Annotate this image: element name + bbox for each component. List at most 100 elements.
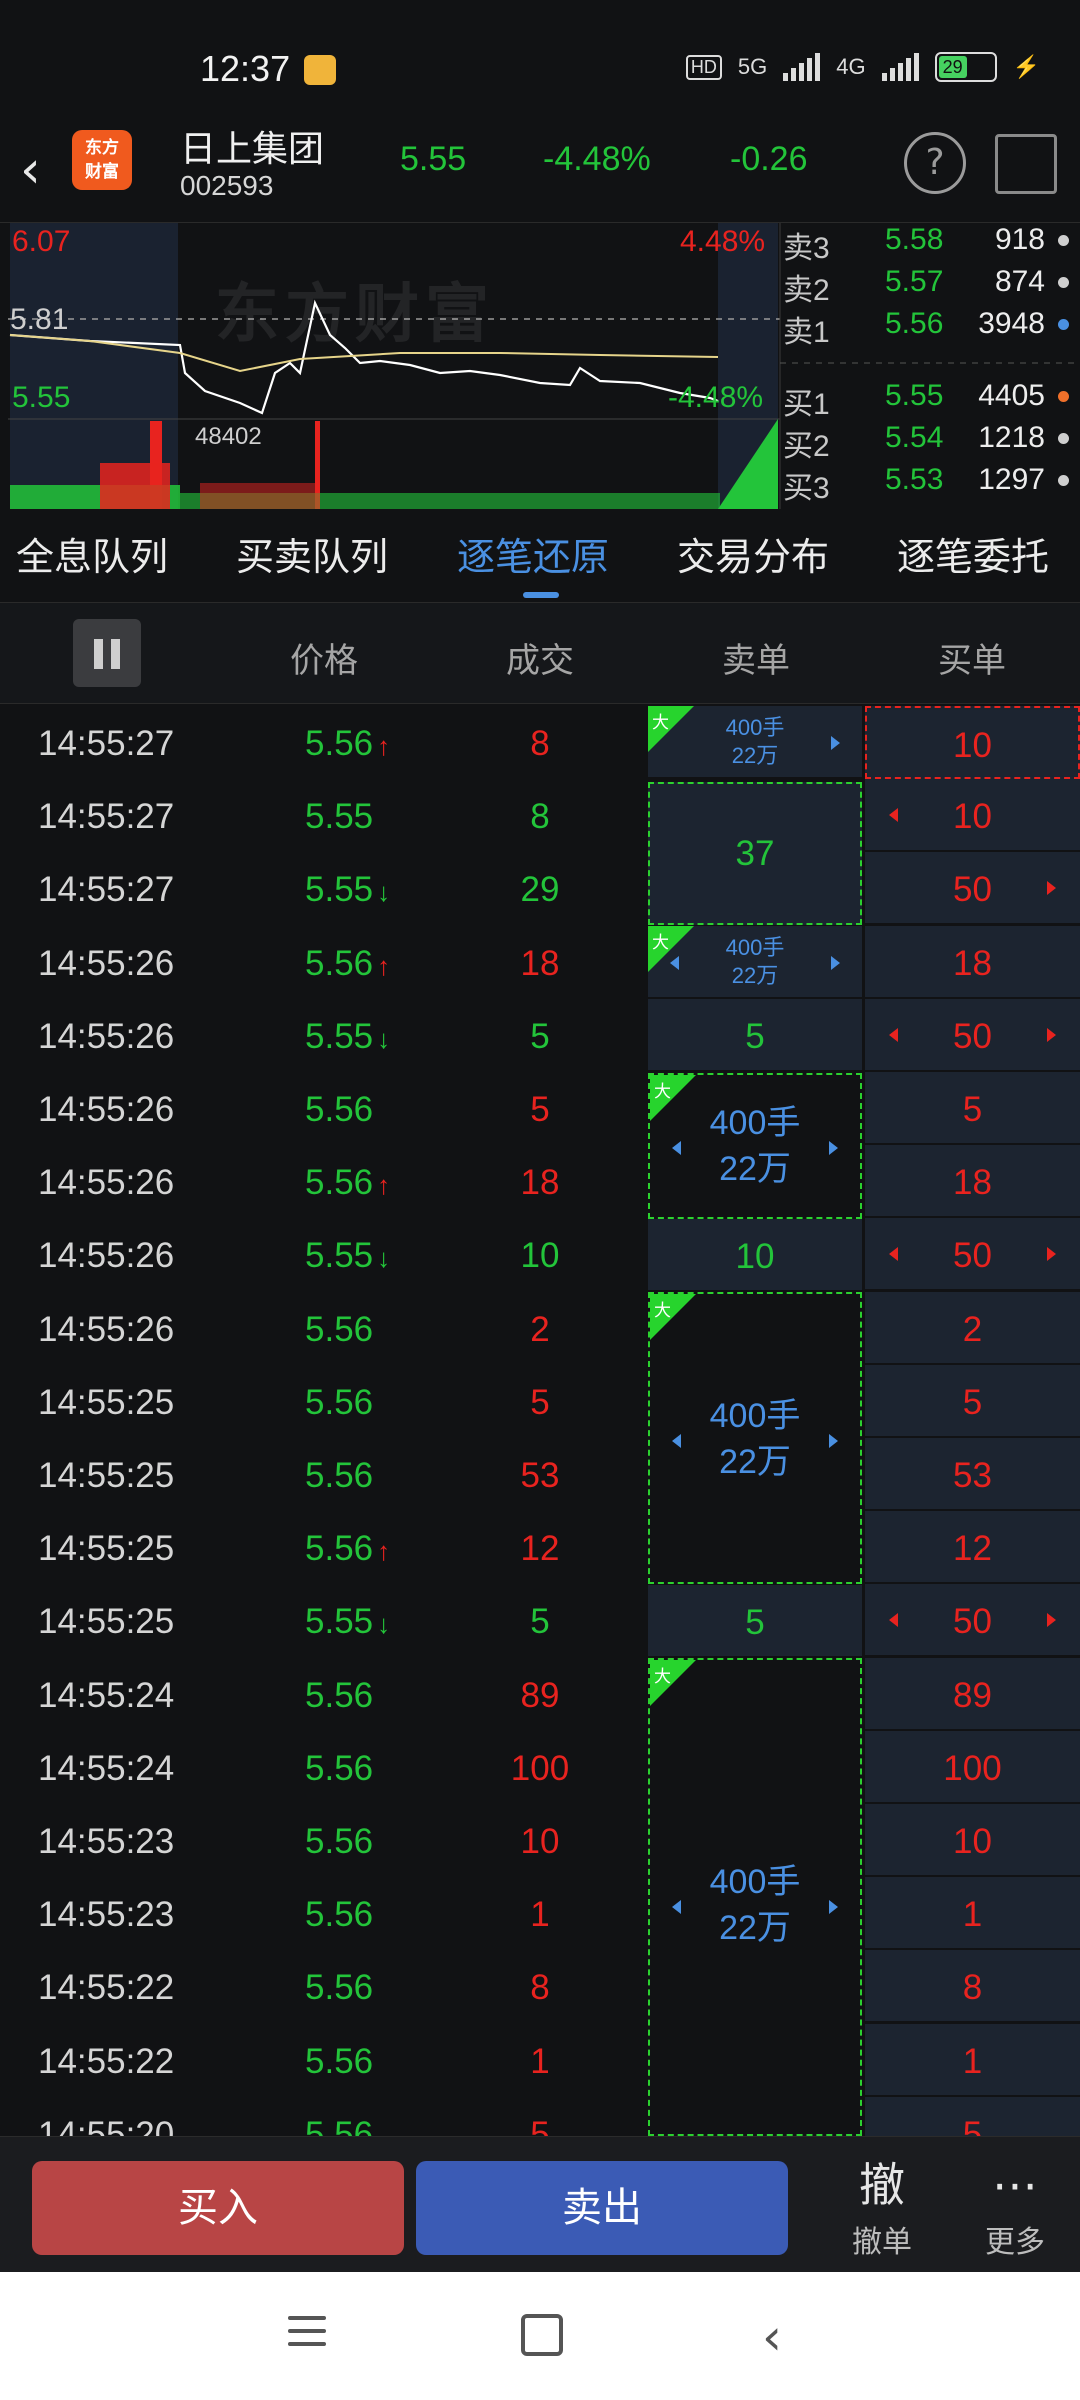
buy-order-volume: 53 bbox=[953, 1456, 992, 1495]
buy-order-cell[interactable]: 1 bbox=[865, 1877, 1080, 1951]
big-order-lots: 400手 bbox=[725, 715, 785, 740]
cancel-order-button[interactable]: 撤 撤单 bbox=[822, 2157, 942, 2261]
sell-order-cell[interactable]: 5 bbox=[648, 999, 862, 1072]
sell-order-cell[interactable]: 5 bbox=[648, 1585, 862, 1658]
tick-price: 5.55 ↓ bbox=[305, 870, 390, 910]
tick-time: 14:55:22 bbox=[38, 2041, 175, 2081]
bid-volume: 1297 bbox=[978, 463, 1045, 496]
big-flag-text: 大 bbox=[654, 1667, 671, 1686]
buy-order-cell[interactable]: 5 bbox=[865, 1364, 1080, 1438]
arrow-up-icon: ↑ bbox=[377, 1170, 391, 1201]
buy-order-volume: 8 bbox=[962, 1968, 983, 2008]
dot-icon bbox=[1058, 391, 1069, 402]
tick-volume: 100 bbox=[510, 1748, 570, 1788]
buy-order-cell[interactable]: 50 bbox=[865, 1218, 1080, 1292]
tick-time: 14:55:24 bbox=[38, 1748, 175, 1788]
tab-tick-orders[interactable]: 逐笔委托 bbox=[897, 526, 1049, 581]
tick-time: 14:55:22 bbox=[38, 1968, 175, 2008]
big-sell-order[interactable]: 大 400手 22万 bbox=[648, 1658, 862, 2136]
tick-volume: 8 bbox=[530, 797, 550, 837]
tick-price: 5.56 ↑ bbox=[305, 1163, 390, 1203]
merged-sell-order[interactable]: 37 bbox=[648, 782, 862, 925]
table-row: 14:55:26 5.56 ↑ 18 bbox=[0, 926, 648, 999]
buy-button[interactable]: 买入 bbox=[32, 2161, 404, 2255]
tick-price: 5.56 bbox=[305, 2042, 373, 2082]
question-icon[interactable]: ? bbox=[904, 132, 966, 194]
tick-price-value: 5.56 bbox=[305, 2114, 374, 2136]
buy-order-cell[interactable]: 5 bbox=[865, 1072, 1080, 1145]
big-order-lots: 400手 bbox=[709, 1863, 801, 1901]
tick-price: 5.56 bbox=[305, 1895, 373, 1935]
big-sell-order[interactable]: 大 400手 22万 bbox=[648, 1073, 862, 1219]
big-order-amount: 22万 bbox=[731, 963, 779, 988]
tick-price: 5.56 bbox=[305, 2115, 373, 2136]
buy-order-cell[interactable]: 50 bbox=[865, 852, 1080, 926]
tick-list[interactable]: 14:55:27 5.56 ↑ 8 14:55:27 5.55 8 14:55:27 5.55 ↓… bbox=[0, 706, 1080, 2136]
tick-volume: 8 bbox=[530, 724, 550, 763]
buy-order-cell[interactable]: 18 bbox=[865, 925, 1080, 999]
chevron-left-icon[interactable]: ‹ bbox=[20, 140, 41, 200]
more-button[interactable]: ⋯ 更多 bbox=[955, 2157, 1075, 2261]
tick-price-value: 5.55 bbox=[305, 797, 374, 837]
bid-2: 买2 5.54 1218 bbox=[783, 421, 1073, 463]
buy-order-cell[interactable]: 53 bbox=[865, 1438, 1080, 1511]
sell-button[interactable]: 卖出 bbox=[416, 2161, 788, 2255]
ask-volume: 874 bbox=[994, 265, 1045, 298]
split-screen-icon[interactable] bbox=[995, 134, 1057, 194]
buy-order-cell[interactable]: 50 bbox=[865, 998, 1080, 1072]
buy-order-cell[interactable]: 10 bbox=[865, 1804, 1080, 1877]
buy-order-cell[interactable]: 12 bbox=[865, 1511, 1080, 1585]
big-order-lots: 400手 bbox=[725, 935, 785, 960]
tick-price: 5.56 bbox=[305, 1968, 373, 2008]
signal-icon bbox=[881, 53, 919, 81]
tick-time: 14:55:23 bbox=[38, 1895, 175, 1935]
buy-order-cell[interactable]: 1 bbox=[865, 2023, 1080, 2097]
buy-order-cell[interactable]: 18 bbox=[865, 1145, 1080, 1219]
sell-order-column: 大 400手 22万 37 大 400手 22万 5 大 400手 22万 10… bbox=[648, 706, 862, 2136]
buy-order-cell[interactable]: 5 bbox=[865, 2096, 1080, 2136]
bid-price: 5.53 bbox=[885, 463, 944, 496]
ask-volume: 918 bbox=[994, 223, 1045, 256]
header-buy-order: 买单 bbox=[938, 641, 1006, 681]
ask-price: 5.58 bbox=[885, 223, 944, 256]
buy-order-volume: 10 bbox=[953, 1822, 992, 1861]
tab-tick-restore[interactable]: 逐笔还原 bbox=[457, 526, 609, 581]
sell-order-cell[interactable]: 10 bbox=[648, 1219, 862, 1292]
buy-order-cell[interactable]: 10 bbox=[865, 706, 1080, 779]
table-row: 14:55:26 5.56 5 bbox=[0, 1072, 648, 1145]
arrow-down-icon: ↓ bbox=[377, 1243, 391, 1274]
tick-volume: 53 bbox=[520, 1456, 560, 1495]
back-icon[interactable]: ‹ bbox=[762, 2308, 782, 2366]
chart-low-label: 5.55 bbox=[12, 381, 71, 414]
buy-order-cell[interactable]: 100 bbox=[865, 1730, 1080, 1804]
big-sell-order[interactable]: 大 400手 22万 bbox=[648, 1292, 862, 1584]
status-bar: 12:37 HD 5G 4G 29 ⚡ bbox=[0, 0, 1080, 120]
tick-price-value: 5.55 bbox=[305, 1602, 374, 1642]
table-row: 14:55:22 5.56 1 bbox=[0, 2024, 648, 2097]
menu-icon[interactable] bbox=[288, 2316, 326, 2355]
big-sell-order[interactable]: 大 400手 22万 bbox=[648, 926, 862, 999]
pause-icon[interactable] bbox=[73, 619, 141, 687]
buy-order-cell[interactable]: 50 bbox=[865, 1584, 1080, 1658]
buy-order-cell[interactable]: 89 bbox=[865, 1657, 1080, 1731]
big-order-amount: 22万 bbox=[731, 743, 779, 768]
tick-price-value: 5.56 bbox=[305, 1163, 374, 1203]
intraday-chart[interactable]: 东方财富 6.07 4.48% 5.81 5.55 -4.48% 48402 卖… bbox=[0, 222, 1080, 509]
bid-volume: 1218 bbox=[978, 421, 1045, 454]
tick-time: 14:55:27 bbox=[38, 724, 175, 763]
tick-price: 5.56 bbox=[305, 1310, 373, 1350]
tick-price-value: 5.56 bbox=[305, 1456, 374, 1495]
buy-order-cell[interactable]: 2 bbox=[865, 1291, 1080, 1365]
ask-3: 卖3 5.58 918 bbox=[783, 223, 1073, 265]
tab-trade-distribution[interactable]: 交易分布 bbox=[677, 526, 829, 581]
big-sell-order[interactable]: 大 400手 22万 bbox=[648, 706, 862, 779]
bid-3: 买3 5.53 1297 bbox=[783, 463, 1073, 505]
tab-full-queue[interactable]: 全息队列 bbox=[16, 526, 168, 581]
buy-order-cell[interactable]: 10 bbox=[865, 779, 1080, 853]
prev-close-label: 5.81 bbox=[10, 303, 69, 336]
dot-icon bbox=[1058, 277, 1069, 288]
arrow-left-icon bbox=[670, 956, 679, 970]
tab-bid-ask-queue[interactable]: 买卖队列 bbox=[236, 526, 388, 581]
home-icon[interactable] bbox=[521, 2314, 563, 2356]
buy-order-cell[interactable]: 8 bbox=[865, 1950, 1080, 2024]
